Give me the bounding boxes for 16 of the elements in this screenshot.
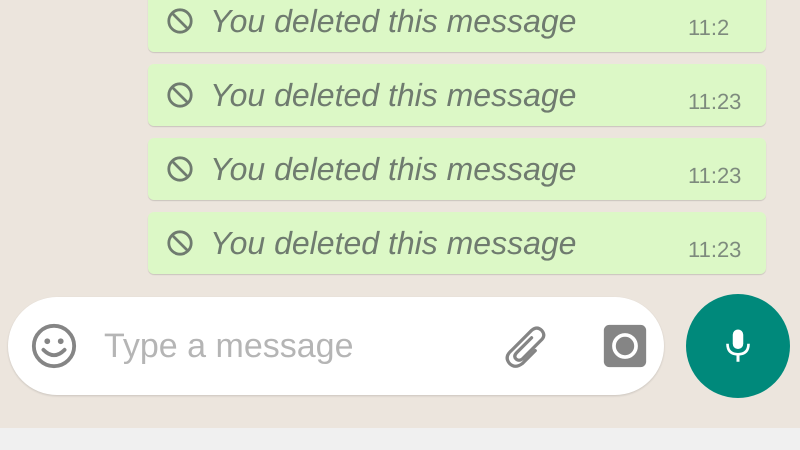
deleted-icon [166,155,194,183]
deleted-icon [166,229,194,257]
deleted-icon [166,7,194,35]
message-time: 11:23 [688,89,742,115]
message-time: 11:2 [688,15,730,41]
camera-icon[interactable] [602,323,648,369]
message-text: You deleted this message [210,224,578,262]
message-text: You deleted this message [210,2,578,40]
message-text: You deleted this message [210,76,578,114]
message-input[interactable]: Type a message [8,297,664,395]
emoji-icon[interactable] [30,322,78,370]
message-field[interactable]: Type a message [102,326,504,366]
message-time: 11:23 [688,163,742,189]
deleted-icon [166,81,194,109]
message-time: 11:23 [688,237,742,263]
message-text: You deleted this message [210,150,578,188]
